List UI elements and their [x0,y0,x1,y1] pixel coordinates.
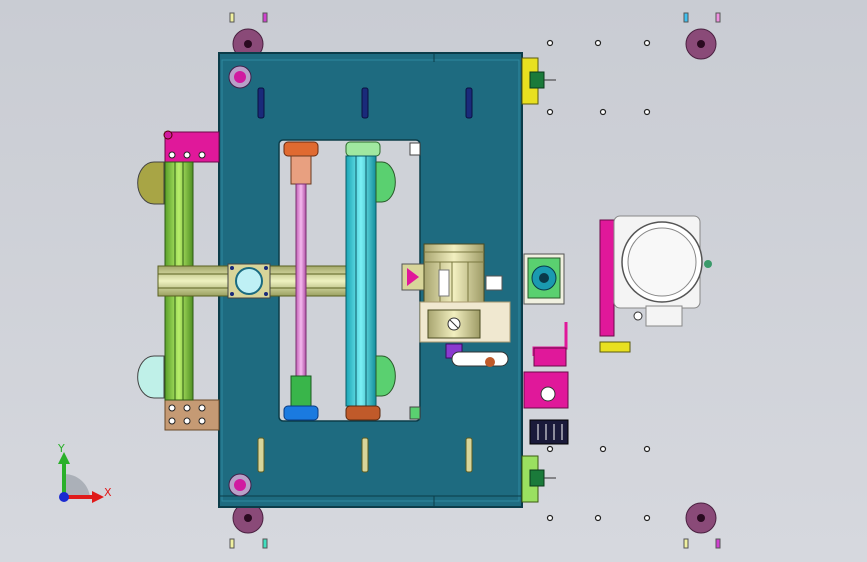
gearbox-housing[interactable] [599,215,712,353]
limit-switch-bottom[interactable] [521,455,556,503]
y-axis-label: Y [58,442,65,455]
slider-carriage[interactable] [227,263,271,299]
sensor-bracket[interactable] [523,322,569,445]
corner-cap-bottom [228,473,252,497]
bearing-block[interactable] [523,253,565,305]
assembly-drawing[interactable] [0,0,867,562]
corner-cap-top [228,65,252,89]
wheel-bottom-right[interactable] [685,502,717,534]
wheel-top-right[interactable] [685,28,717,60]
cad-viewport[interactable]: Y X [0,0,867,562]
x-axis-label: X [104,486,112,499]
limit-switch-top[interactable] [521,57,556,105]
